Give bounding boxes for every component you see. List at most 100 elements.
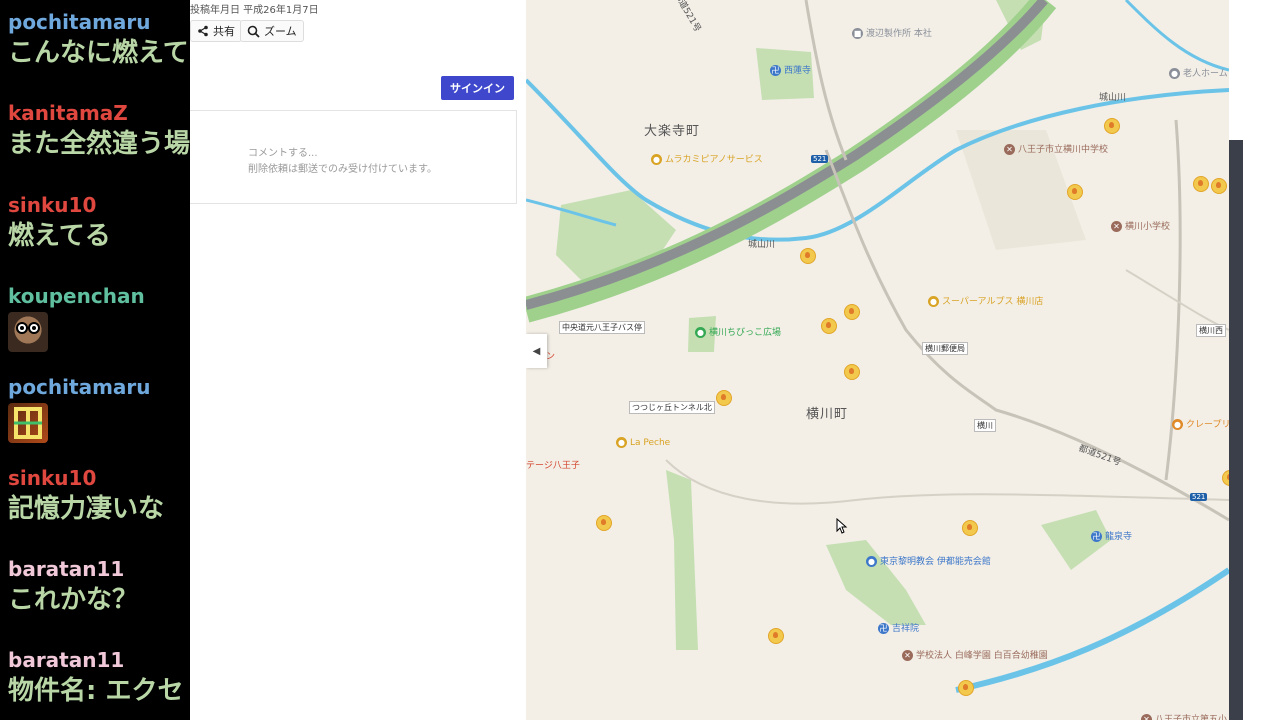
share-icon — [198, 25, 208, 37]
poi-label: 龍泉寺 — [1105, 532, 1133, 542]
bus-stop-label: 横川西 — [1196, 324, 1226, 337]
area-label: 大楽寺町 — [644, 124, 701, 139]
poi-label: 吉祥院 — [892, 624, 920, 634]
chat-text: 記憶力凄いな — [8, 494, 165, 524]
chat-message: kanitamaZ また全然違う場 — [8, 101, 190, 161]
chat-username: kanitamaZ — [8, 101, 128, 125]
chat-text: こんなに燃えて — [8, 38, 189, 68]
map-poi: ● 東京黎明教会 伊都能売会館 — [866, 554, 991, 567]
chat-username: pochitamaru — [8, 10, 151, 34]
map-poi: ● 横川ちびっこ広場 — [695, 325, 781, 338]
chat-message: sinku10 記憶力凄いな — [8, 466, 190, 526]
poi-icon: ● — [866, 556, 877, 567]
poi-icon: ✕ — [1004, 144, 1015, 155]
bus-stop-label: 中央道元八王子バス停 — [559, 321, 645, 334]
post-date: 投稿年月日 平成26年1月7日 — [190, 5, 319, 16]
poi-label: 横川ちびっこ広場 — [709, 328, 782, 338]
bus-stop-label: 横川郵便局 — [922, 342, 968, 355]
fire-marker-icon[interactable] — [800, 248, 816, 264]
fire-marker-icon[interactable] — [844, 304, 860, 320]
share-label: 共有 — [213, 25, 235, 38]
poi-label: クレープリ — [1186, 420, 1229, 430]
fire-marker-icon[interactable] — [1067, 184, 1083, 200]
chat-username: baratan11 — [8, 648, 125, 672]
side-panel-edge — [1229, 140, 1243, 720]
chat-message: baratan11 これかな？ — [8, 557, 190, 617]
poi-label: 八王子市立第五小 — [1155, 715, 1228, 720]
comment-input[interactable]: コメントする... — [248, 144, 318, 159]
right-strip — [1229, 0, 1280, 720]
chat-username: koupenchan — [8, 284, 145, 308]
chat-username: pochitamaru — [8, 375, 151, 399]
poi-label: スーパーアルプス 横川店 — [942, 297, 1044, 307]
poi-icon: ● — [1172, 419, 1183, 430]
chat-username: baratan11 — [8, 557, 125, 581]
fire-marker-icon[interactable] — [1193, 176, 1209, 192]
poi-icon: ✕ — [1141, 714, 1152, 720]
zoom-button[interactable]: ズーム — [240, 20, 304, 42]
area-label: 横川町 — [806, 407, 849, 422]
poi-icon: ■ — [852, 28, 863, 39]
comment-box[interactable]: コメントする... 削除依頼は郵送でのみ受け付けています。 — [190, 110, 517, 204]
chevron-left-icon: ◀ — [532, 345, 541, 357]
poi-label: 渡辺製作所 本社 — [866, 29, 932, 39]
mouse-cursor-icon — [836, 518, 848, 534]
poi-icon: ● — [616, 437, 627, 448]
route-shield: 521 — [1190, 493, 1208, 501]
fire-marker-icon[interactable] — [844, 364, 860, 380]
chat-message: baratan11 物件名: エクセ — [8, 648, 190, 708]
fire-marker-icon[interactable] — [768, 628, 784, 644]
chat-overlay: pochitamaru こんなに燃えて kanitamaZ また全然違う場 sinku1… — [0, 0, 190, 720]
collapse-panel-button[interactable]: ◀ — [526, 334, 547, 368]
chat-username: sinku10 — [8, 193, 97, 217]
fire-marker-icon[interactable] — [958, 680, 974, 696]
chat-text: また全然違う場 — [8, 129, 190, 159]
poi-label: 八王子市立横川中学校 — [1018, 145, 1109, 155]
poi-label: 東京黎明教会 伊都能売会館 — [880, 557, 991, 567]
poi-icon: ● — [1169, 68, 1180, 79]
signin-button[interactable]: サインイン — [441, 76, 514, 100]
info-panel: 投稿年月日 平成26年1月7日 共有 ズーム サインイン コメントする... 削… — [190, 0, 526, 720]
fire-marker-icon[interactable] — [596, 515, 612, 531]
comment-note: 削除依頼は郵送でのみ受け付けています。 — [248, 164, 437, 175]
map-poi: ■ 渡辺製作所 本社 — [852, 26, 932, 39]
poi-icon: ● — [695, 327, 706, 338]
map-poi: ● スーパーアルプス 横川店 — [928, 294, 1043, 307]
map-poi: ✕ 学校法人 白峰学園 白百合幼稚園 — [902, 648, 1048, 661]
fire-marker-icon[interactable] — [716, 390, 732, 406]
map-poi: 卍西蓮寺 — [770, 63, 811, 76]
map-poi: ● クレープリ — [1172, 417, 1229, 430]
poi-icon: 卍 — [878, 623, 889, 634]
fire-marker-icon[interactable] — [1211, 178, 1227, 194]
poi-icon: ✕ — [902, 650, 913, 661]
map-view[interactable]: 大楽寺町 横川町 都道521号 城山川 城山川 都道521号 521 521 中央道元八王子バス… — [526, 0, 1229, 720]
chat-text: 燃えてる — [8, 221, 111, 251]
poi-icon: 卍 — [1091, 531, 1102, 542]
fire-marker-icon[interactable] — [821, 318, 837, 334]
fire-marker-icon[interactable] — [962, 520, 978, 536]
fire-marker-icon[interactable] — [1104, 118, 1120, 134]
chat-message: pochitamaru こんなに燃えて — [8, 10, 190, 70]
kanji-emote — [8, 403, 48, 443]
map-poi: ン — [546, 349, 555, 362]
map-poi: ● La Peche — [616, 437, 670, 448]
map-poi: 卍龍泉寺 — [1091, 529, 1132, 542]
poi-label: ムラカミピアノサービス — [665, 155, 763, 165]
map-base — [526, 0, 1229, 693]
poi-icon: ● — [928, 296, 939, 307]
map-poi: ● ムラカミピアノサービス — [651, 152, 763, 165]
road-label: 城山川 — [748, 240, 776, 250]
map-poi: ✕ 横川小学校 — [1111, 219, 1170, 232]
map-poi: テージ八王子 — [526, 458, 580, 471]
road-label: 城山川 — [1099, 93, 1127, 103]
poi-label: 老人ホーム — [1183, 69, 1228, 79]
map-poi: ✕ 八王子市立第五小 — [1141, 712, 1227, 720]
map-poi: 卍吉祥院 — [878, 621, 919, 634]
poi-label: ン — [546, 352, 556, 362]
route-shield: 521 — [811, 155, 829, 163]
poi-icon: 卍 — [770, 65, 781, 76]
bus-stop-label: つつじヶ丘トンネル北 — [629, 401, 715, 414]
share-button[interactable]: 共有 — [190, 20, 242, 42]
chat-message: pochitamaru — [8, 375, 190, 443]
chat-username: sinku10 — [8, 466, 97, 490]
